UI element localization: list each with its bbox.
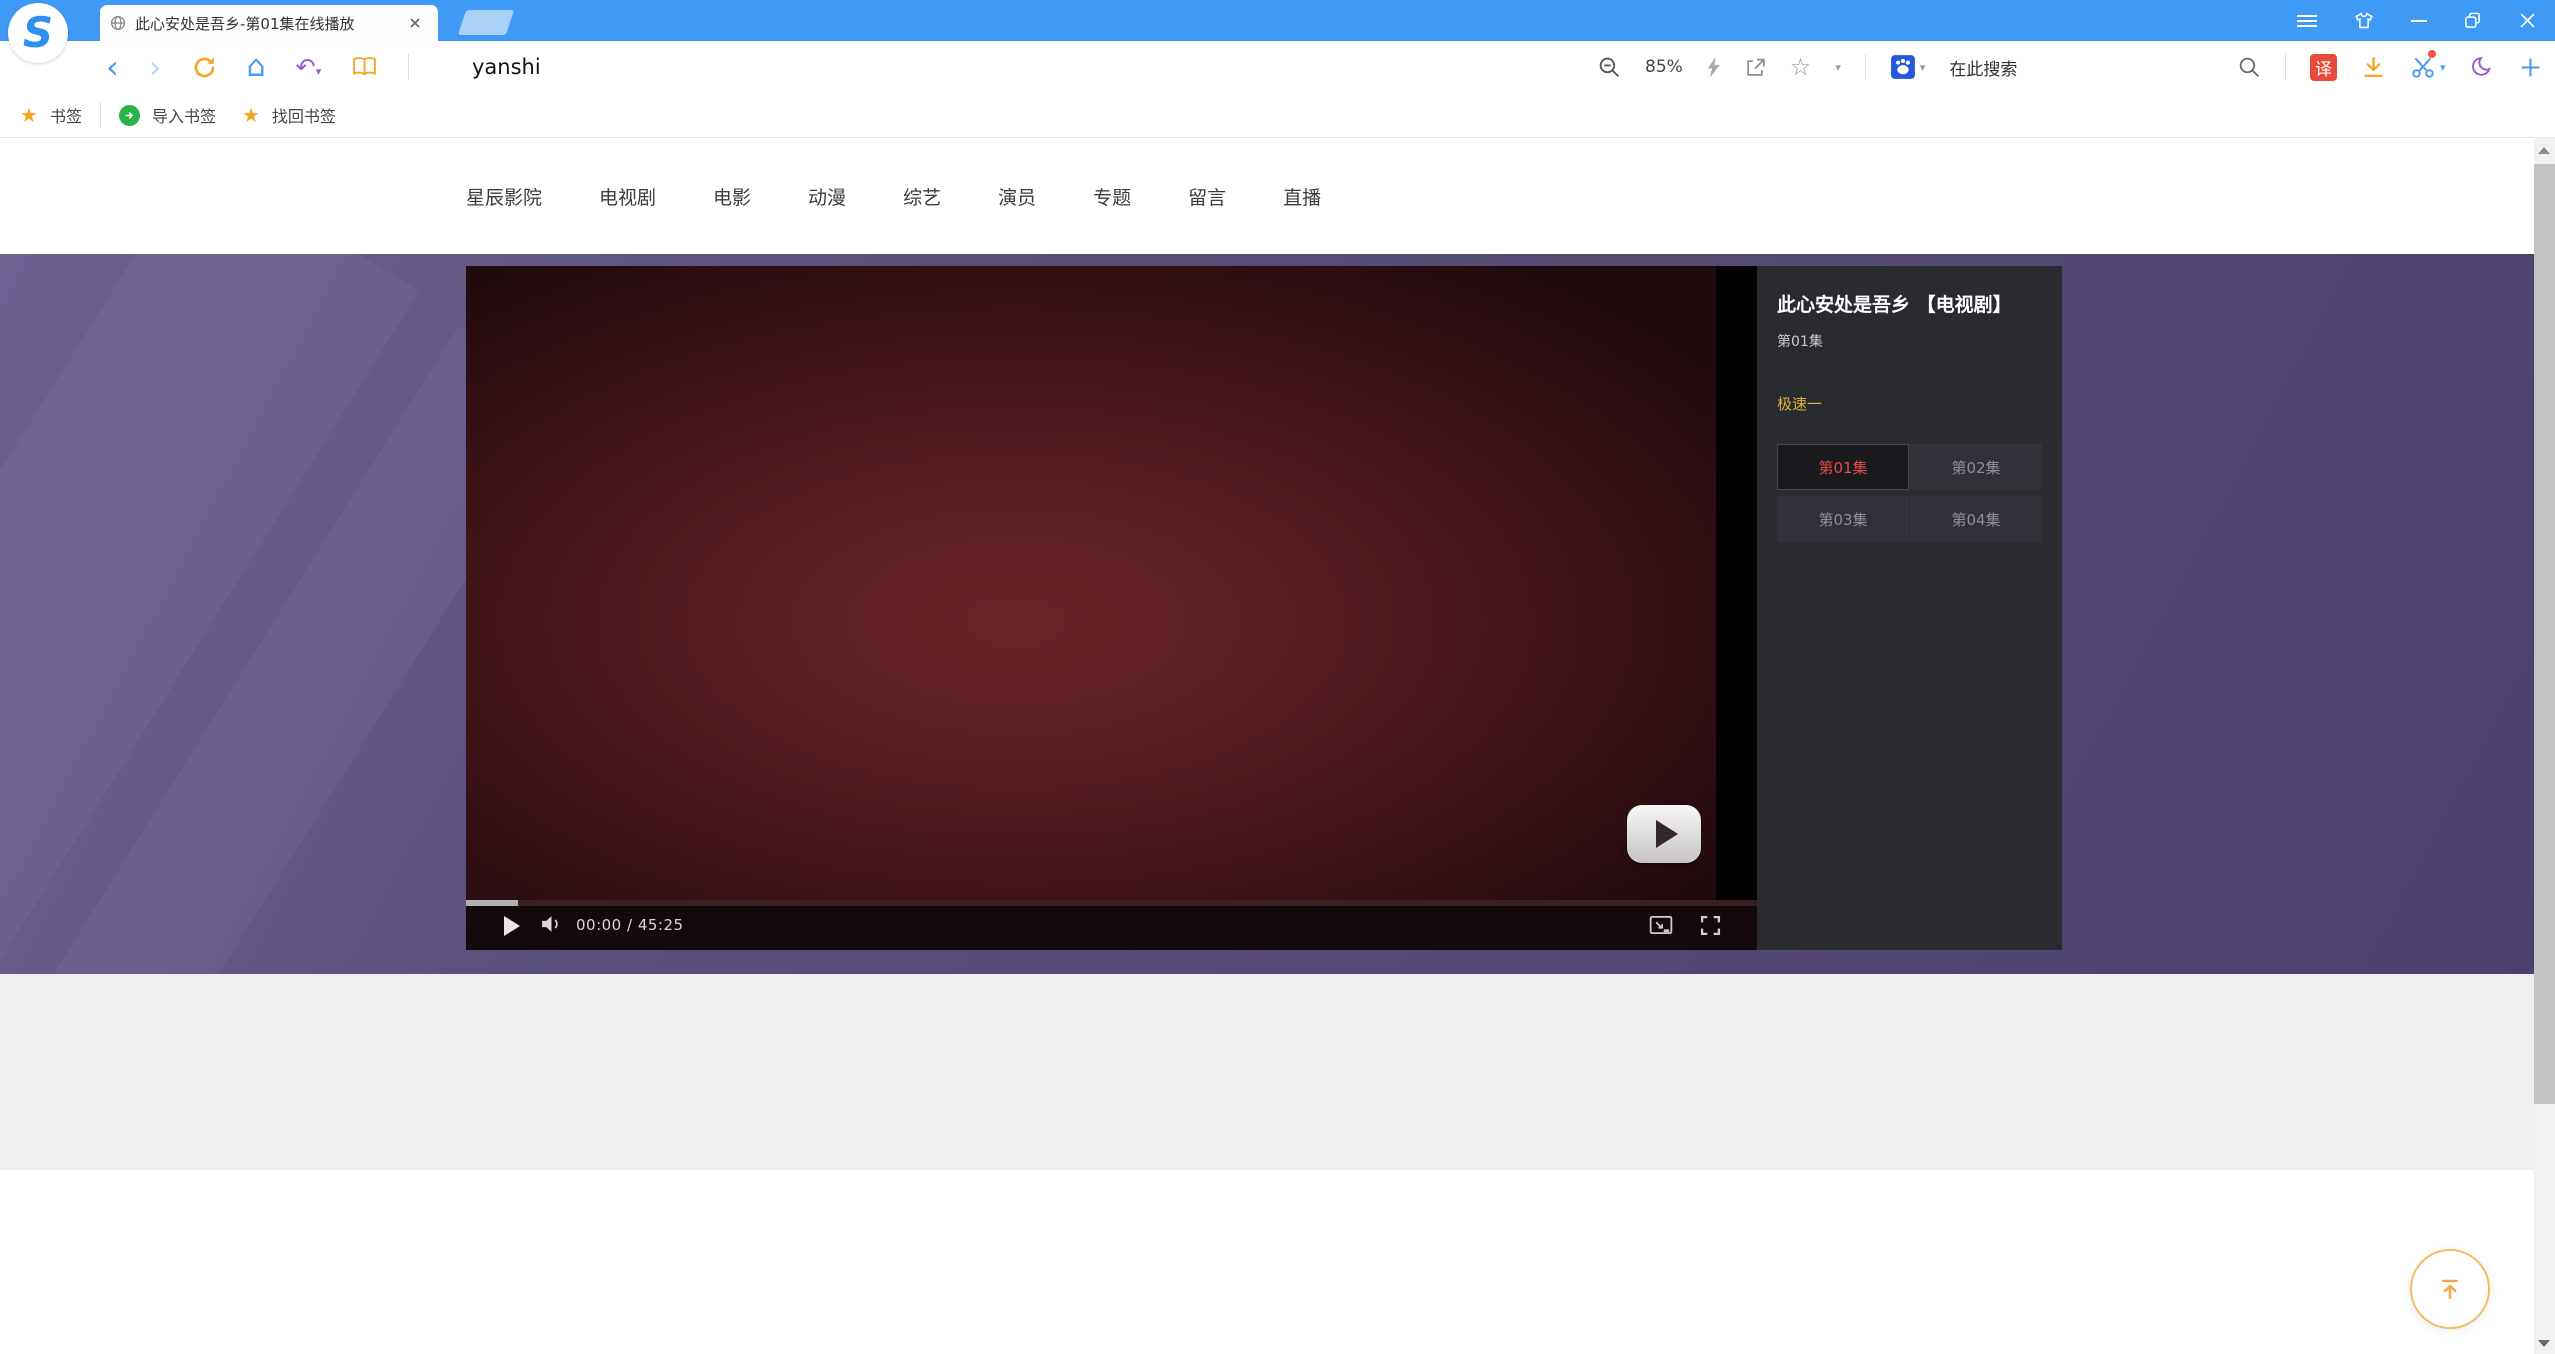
sogou-logo[interactable]: S bbox=[8, 3, 68, 63]
new-tab-button[interactable] bbox=[458, 10, 514, 35]
site-nav: 星辰影院 电视剧 电影 动漫 综艺 演员 专题 留言 直播 bbox=[466, 138, 1321, 254]
pip-icon[interactable] bbox=[1649, 915, 1673, 939]
video-area[interactable]: 00:00 / 45:25 bbox=[466, 266, 1757, 950]
screenshot-tool[interactable]: ▾ bbox=[2410, 54, 2446, 80]
big-play-button[interactable] bbox=[1627, 805, 1701, 863]
skin-theme-icon[interactable] bbox=[2353, 10, 2375, 32]
episode-grid: 第01集 第02集 第03集 第04集 bbox=[1777, 444, 2042, 542]
scroll-down-icon[interactable] bbox=[2538, 1340, 2550, 1347]
back-to-top-button[interactable] bbox=[2410, 1249, 2490, 1329]
episode-panel-title: 此心安处是吾乡 【电视剧】 bbox=[1777, 290, 2042, 317]
fullscreen-icon[interactable] bbox=[1700, 915, 1721, 940]
download-icon[interactable] bbox=[2361, 55, 2386, 80]
nav-variety[interactable]: 综艺 bbox=[903, 183, 941, 210]
zoom-out-icon[interactable] bbox=[1598, 56, 1621, 79]
globe-favicon-icon bbox=[110, 15, 126, 31]
close-button[interactable] bbox=[2518, 11, 2537, 30]
arrow-up-icon bbox=[2435, 1274, 2465, 1304]
nav-live[interactable]: 直播 bbox=[1283, 183, 1321, 210]
episode-button-2[interactable]: 第02集 bbox=[1910, 444, 2042, 490]
favorite-star-icon[interactable]: ☆ bbox=[1790, 55, 1812, 79]
zoom-level[interactable]: 85% bbox=[1645, 57, 1683, 77]
nav-anime[interactable]: 动漫 bbox=[808, 183, 846, 210]
bookmark-manager[interactable]: ★ 书签 bbox=[20, 103, 82, 127]
nav-message[interactable]: 留言 bbox=[1188, 183, 1226, 210]
star-icon: ★ bbox=[20, 103, 38, 127]
favorites-dropdown-icon[interactable]: ▾ bbox=[1835, 61, 1841, 74]
video-frame bbox=[466, 266, 1716, 950]
import-bookmarks[interactable]: 导入书签 bbox=[119, 103, 216, 127]
nav-actors[interactable]: 演员 bbox=[998, 183, 1036, 210]
search-engine-selector[interactable]: ▾ bbox=[1890, 54, 1926, 80]
share-icon[interactable] bbox=[1745, 57, 1766, 78]
search-here-label[interactable]: 在此搜索 bbox=[1949, 55, 2017, 80]
player-controls: 00:00 / 45:25 bbox=[466, 900, 1757, 950]
volume-icon[interactable] bbox=[540, 915, 563, 937]
video-info-section: 此心安处是吾乡 第01集 电视剧 导演：曹振宇 主演：任重 安悦溪 于谨维 周野… bbox=[0, 974, 2555, 1170]
scrollbar-thumb[interactable] bbox=[2534, 164, 2555, 1104]
minimize-button[interactable] bbox=[2411, 20, 2427, 22]
time-display: 00:00 / 45:25 bbox=[576, 900, 684, 950]
speed-mode-icon[interactable] bbox=[1707, 57, 1721, 78]
scroll-up-icon[interactable] bbox=[2538, 147, 2550, 154]
browser-window: 此心安处是吾乡-第01集在线播放 S ‹ › ⌂ ↶▾ yanshi 85% bbox=[0, 0, 2555, 1354]
nav-home[interactable]: 星辰影院 bbox=[466, 183, 542, 210]
undo-icon[interactable]: ↶▾ bbox=[296, 55, 322, 79]
episode-button-4[interactable]: 第04集 bbox=[1910, 496, 2042, 542]
baidu-paw-icon bbox=[1890, 54, 1916, 80]
home-icon[interactable]: ⌂ bbox=[247, 52, 266, 82]
menu-icon[interactable] bbox=[2297, 12, 2317, 30]
nav-movie[interactable]: 电影 bbox=[713, 183, 751, 210]
import-arrow-icon bbox=[119, 105, 140, 126]
bookmarks-bar: ★ 书签 导入书签 ★ 找回书签 bbox=[0, 93, 2555, 138]
window-controls bbox=[2297, 0, 2537, 41]
find-icon[interactable] bbox=[2238, 56, 2261, 79]
site-header: 星辰影院 电视剧 电影 动漫 综艺 演员 专题 留言 直播 搜索 看过 ▾ 会员 bbox=[0, 138, 2555, 254]
play-button-icon[interactable] bbox=[504, 916, 520, 936]
episode-button-3[interactable]: 第03集 bbox=[1777, 496, 1909, 542]
progress-loaded bbox=[466, 900, 518, 906]
recover-bookmarks[interactable]: ★ 找回书签 bbox=[242, 103, 336, 127]
tab-close-icon[interactable] bbox=[406, 14, 424, 32]
synopsis-section: 剧情介绍 有这样一个鲜为人知的机构，为万家灯火保驾护航。有这样一群默默无闻的人，… bbox=[0, 1170, 2555, 1354]
episode-panel: 此心安处是吾乡 【电视剧】 第01集 极速一 第01集 第02集 第03集 第0… bbox=[1757, 266, 2062, 950]
browser-titlebar: 此心安处是吾乡-第01集在线播放 bbox=[0, 0, 2555, 41]
night-mode-icon[interactable] bbox=[2470, 55, 2495, 80]
back-icon[interactable]: ‹ bbox=[106, 51, 119, 83]
nav-tv[interactable]: 电视剧 bbox=[599, 183, 656, 210]
reading-mode-icon[interactable] bbox=[351, 55, 378, 79]
player-band: 00:00 / 45:25 此心安处是吾乡 【电视剧】 第01集 极速一 第01… bbox=[0, 254, 2555, 974]
address-bar[interactable]: yanshi bbox=[472, 41, 541, 93]
tab-title: 此心安处是吾乡-第01集在线播放 bbox=[135, 13, 397, 34]
restore-button[interactable] bbox=[2463, 11, 2482, 30]
add-icon[interactable] bbox=[2519, 56, 2542, 79]
current-episode-label: 第01集 bbox=[1777, 331, 2042, 351]
refresh-icon[interactable] bbox=[192, 55, 217, 80]
scrollbar[interactable] bbox=[2534, 138, 2555, 1354]
episode-button-1[interactable]: 第01集 bbox=[1777, 444, 1909, 490]
forward-icon[interactable]: › bbox=[149, 51, 162, 83]
notification-dot bbox=[2428, 50, 2436, 58]
browser-toolbar: ‹ › ⌂ ↶▾ yanshi 85% ☆ ▾ ▾ 在此搜索 译 bbox=[0, 41, 2555, 93]
video-player: 00:00 / 45:25 此心安处是吾乡 【电视剧】 第01集 极速一 第01… bbox=[466, 266, 2062, 950]
source-tab[interactable]: 极速一 bbox=[1777, 393, 2042, 414]
star-icon: ★ bbox=[242, 103, 260, 127]
nav-topics[interactable]: 专题 bbox=[1093, 183, 1131, 210]
translate-icon[interactable]: 译 bbox=[2310, 54, 2337, 81]
browser-tab[interactable]: 此心安处是吾乡-第01集在线播放 bbox=[100, 5, 438, 41]
